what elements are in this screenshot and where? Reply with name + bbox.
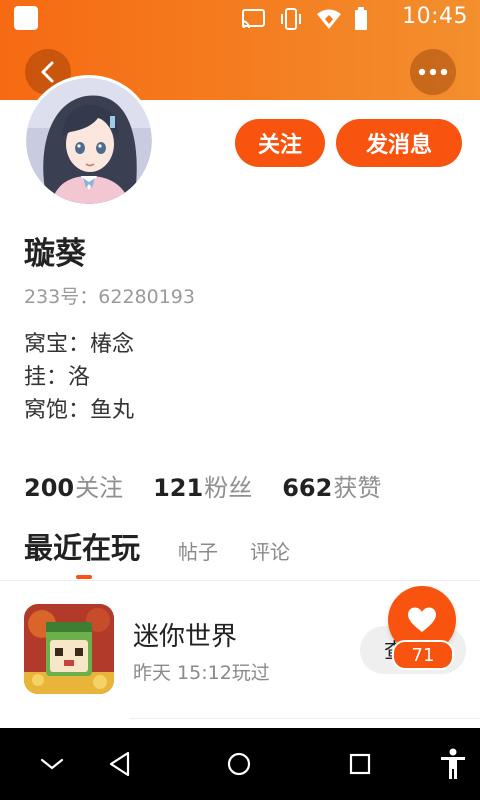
more-dots-icon <box>418 68 448 76</box>
profile-tabs: 最近在玩 帖子 评论 <box>24 525 464 579</box>
tab-posts[interactable]: 帖子 <box>178 536 218 565</box>
stats-row: 200 关注 121 粉丝 662 获赞 <box>24 468 381 503</box>
more-options-button[interactable] <box>410 49 456 95</box>
stat-following-label: 关注 <box>75 474 124 502</box>
system-nav-bar <box>0 728 480 800</box>
back-triangle-icon <box>109 751 130 777</box>
home-circle-icon <box>227 752 251 776</box>
accessibility-icon <box>441 748 465 779</box>
back-arrow-icon <box>41 61 54 83</box>
bio: 窝宝：椿念 挂：洛 窝饱：鱼丸 <box>24 328 134 427</box>
recents-square-icon <box>349 753 371 775</box>
vibrate-icon <box>281 8 301 30</box>
user-id: 233号：62280193 <box>24 286 195 308</box>
bio-line: 挂：洛 <box>24 365 91 390</box>
nav-recents-button[interactable] <box>342 746 378 782</box>
status-bar: 10:45 <box>0 0 480 36</box>
avatar[interactable] <box>26 78 152 204</box>
stat-likes-count: 662 <box>282 474 333 502</box>
tab-comments[interactable]: 评论 <box>250 536 290 565</box>
follow-button[interactable]: 关注 <box>235 119 325 167</box>
stat-likes[interactable]: 662 获赞 <box>282 468 381 503</box>
accessibility-button[interactable] <box>435 746 471 782</box>
cast-icon <box>241 9 265 29</box>
tab-recently-played[interactable]: 最近在玩 <box>24 525 140 567</box>
battery-icon <box>355 7 367 30</box>
stat-likes-label: 获赞 <box>333 474 382 502</box>
stat-following-count: 200 <box>24 474 75 502</box>
bio-line: 窝宝：椿念 <box>24 332 135 357</box>
game-title: 迷你世界 <box>133 622 238 652</box>
mini-world-icon <box>24 604 114 694</box>
app-notification-icon <box>14 6 38 30</box>
active-tab-indicator <box>76 575 92 579</box>
wifi-icon <box>317 9 341 29</box>
avatar-image <box>26 78 152 204</box>
game-last-played: 昨天 15:12玩过 <box>133 662 270 684</box>
heart-icon <box>408 607 436 632</box>
divider <box>130 718 480 719</box>
divider <box>0 580 480 581</box>
stat-following[interactable]: 200 关注 <box>24 468 123 503</box>
stat-followers-count: 121 <box>153 474 204 502</box>
status-time: 10:45 <box>402 4 468 29</box>
stat-followers-label: 粉丝 <box>204 474 253 502</box>
send-message-button[interactable]: 发消息 <box>336 119 462 167</box>
nav-back-button[interactable] <box>102 746 138 782</box>
nav-home-button[interactable] <box>221 746 257 782</box>
collapse-icon <box>40 758 64 770</box>
game-icon <box>24 604 114 694</box>
collapse-button[interactable] <box>34 746 70 782</box>
stat-followers[interactable]: 121 粉丝 <box>153 468 252 503</box>
username: 璇葵 <box>24 236 86 272</box>
like-count-badge: 71 <box>392 640 454 670</box>
bio-line: 窝饱：鱼丸 <box>24 398 135 423</box>
